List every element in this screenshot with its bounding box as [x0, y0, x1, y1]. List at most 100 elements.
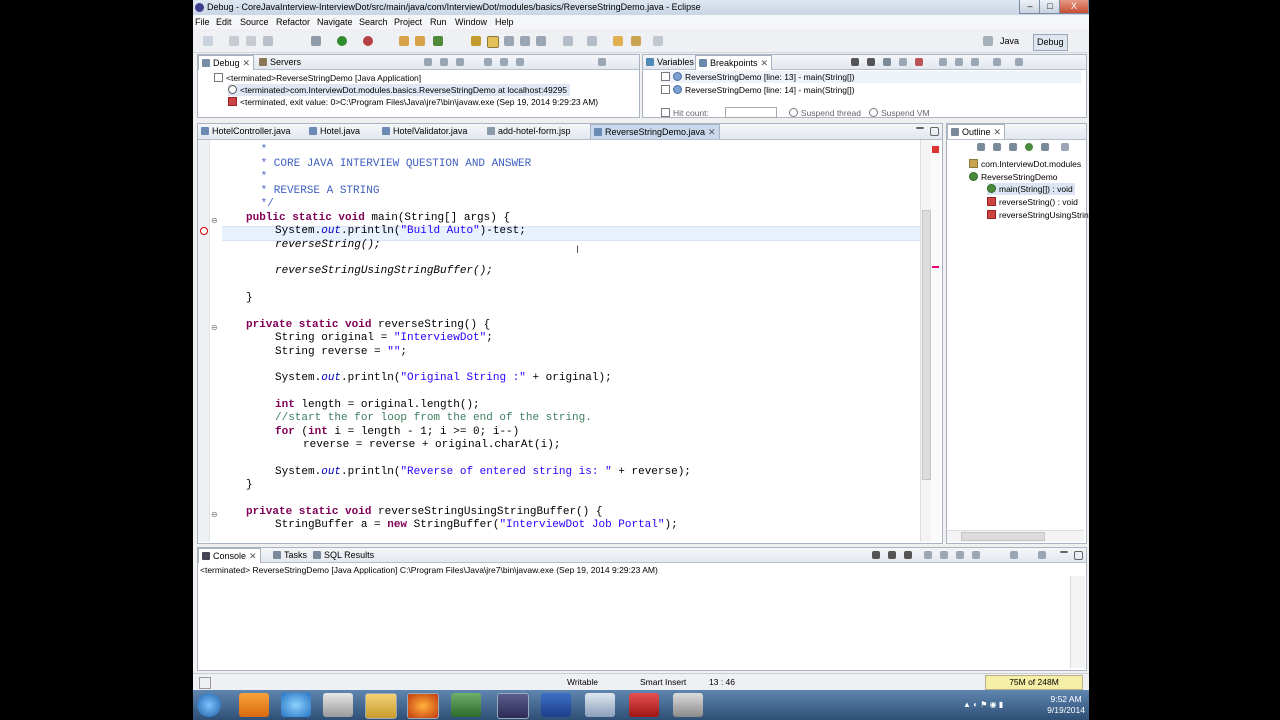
start-button-icon[interactable] — [197, 693, 221, 717]
menu-file[interactable]: File — [195, 16, 210, 28]
file-explorer-icon[interactable] — [365, 693, 397, 719]
tab-breakpoints[interactable]: Breakpoints ✕ — [695, 55, 773, 70]
checkbox-checked-icon[interactable] — [661, 85, 670, 94]
show-on-error-icon[interactable] — [972, 551, 980, 559]
menu-edit[interactable]: Edit — [216, 16, 232, 28]
step-return-icon[interactable] — [516, 58, 524, 66]
hide-non-public-icon[interactable] — [1025, 143, 1033, 151]
close-button[interactable]: X — [1059, 0, 1089, 14]
save-all-icon[interactable] — [246, 36, 256, 46]
hit-count-checkbox[interactable] — [661, 108, 670, 117]
heap-status[interactable]: 75M of 248M — [985, 675, 1083, 690]
checkbox-checked-icon[interactable] — [661, 72, 670, 81]
suspend-icon[interactable] — [440, 58, 448, 66]
go-to-file-icon[interactable] — [899, 58, 907, 66]
search-icon[interactable] — [504, 36, 514, 46]
new-package-icon[interactable] — [415, 36, 425, 46]
media-player-icon[interactable] — [323, 693, 353, 717]
tab-tasks[interactable]: Tasks — [270, 548, 310, 562]
notepad-icon[interactable] — [673, 693, 703, 717]
annotation-marker[interactable] — [932, 266, 939, 268]
tab-hotelcontroller[interactable]: HotelController.java — [198, 124, 294, 138]
remove-launch-icon[interactable] — [888, 551, 896, 559]
java-perspective-button[interactable]: Java — [997, 34, 1022, 49]
resume-icon[interactable] — [424, 58, 432, 66]
toggle-mark-icon[interactable] — [487, 36, 499, 48]
filezilla-icon[interactable] — [629, 693, 659, 717]
eclipse-taskbar-icon[interactable] — [497, 693, 529, 719]
last-edit-icon[interactable] — [613, 36, 623, 46]
remove-all-breakpoints-icon[interactable] — [867, 58, 875, 66]
tab-add-hotel-form[interactable]: add-hotel-form.jsp — [484, 124, 574, 138]
menu-run[interactable]: Run — [430, 16, 447, 28]
sort-icon[interactable] — [977, 143, 985, 151]
hide-fields-icon[interactable] — [993, 143, 1001, 151]
minimize-button[interactable]: – — [1019, 0, 1041, 14]
debug-launch-item[interactable]: <terminated>ReverseStringDemo [Java Appl… — [214, 72, 421, 84]
outline-method-main[interactable]: main(String[]) : void — [987, 183, 1075, 195]
run-icon[interactable] — [337, 36, 347, 46]
new-class-icon[interactable] — [433, 36, 443, 46]
forward-icon[interactable] — [653, 36, 663, 46]
step-into-icon[interactable] — [484, 58, 492, 66]
vlc-icon[interactable] — [239, 693, 269, 717]
clear-console-icon[interactable] — [924, 551, 932, 559]
menu-project[interactable]: Project — [394, 16, 422, 28]
breakpoint-item-line-14[interactable]: ReverseStringDemo [line: 14] - main(Stri… — [661, 84, 855, 96]
skip-breakpoints-icon[interactable] — [915, 58, 923, 66]
fast-view-icon[interactable] — [199, 677, 211, 689]
print-icon[interactable] — [263, 36, 273, 46]
next-annotation-icon[interactable] — [563, 36, 573, 46]
external-tools-icon[interactable] — [363, 36, 373, 46]
tab-variables[interactable]: Variables — [643, 55, 697, 69]
hide-static-icon[interactable] — [1009, 143, 1017, 151]
debug-perspective-button[interactable]: Debug — [1033, 34, 1068, 51]
fold-icon[interactable]: ⊖ — [211, 216, 218, 225]
menu-navigate[interactable]: Navigate — [317, 16, 353, 28]
system-tray-icons[interactable]: ▲ ◐ ⚑ ◉ ▮ — [963, 700, 1023, 710]
remove-all-terminated-icon[interactable] — [904, 551, 912, 559]
previous-annotation-icon[interactable] — [587, 36, 597, 46]
tab-outline[interactable]: Outline ✕ — [947, 124, 1006, 139]
expand-all-icon[interactable] — [939, 58, 947, 66]
app-icon[interactable] — [451, 693, 481, 717]
close-icon[interactable]: ✕ — [761, 58, 769, 68]
close-icon[interactable]: ✕ — [708, 127, 716, 137]
show-whitespace-icon[interactable] — [520, 36, 530, 46]
back-icon[interactable] — [631, 36, 641, 46]
open-perspective-icon[interactable] — [983, 36, 993, 46]
menu-window[interactable]: Window — [455, 16, 487, 28]
console-vertical-scrollbar[interactable] — [1070, 576, 1085, 668]
show-on-output-icon[interactable] — [956, 551, 964, 559]
view-menu-icon[interactable] — [598, 58, 606, 66]
maximize-icon[interactable] — [1074, 551, 1083, 560]
display-console-icon[interactable] — [1010, 551, 1018, 559]
firefox-icon[interactable] — [407, 693, 439, 719]
tab-hotel[interactable]: Hotel.java — [306, 124, 363, 138]
tab-debug[interactable]: Debug ✕ — [198, 55, 255, 70]
link-with-debug-icon[interactable] — [971, 58, 979, 66]
outline-package[interactable]: com.InterviewDot.modules — [969, 158, 1081, 170]
scroll-thumb[interactable] — [922, 210, 931, 480]
tab-servers[interactable]: Servers — [256, 55, 304, 69]
menu-search[interactable]: Search — [359, 16, 388, 28]
paragraph-icon[interactable] — [536, 36, 546, 46]
error-marker[interactable] — [932, 146, 939, 153]
tab-reversestringdemo[interactable]: ReverseStringDemo.java ✕ — [590, 124, 720, 139]
tab-sql-results[interactable]: SQL Results — [310, 548, 377, 562]
hit-count-input[interactable] — [724, 107, 777, 118]
maximize-icon[interactable] — [930, 127, 939, 136]
suspend-vm-radio[interactable] — [868, 108, 878, 117]
debug-target-item[interactable]: <terminated>com.InterviewDot.modules.bas… — [228, 84, 570, 96]
tab-console[interactable]: Console ✕ — [198, 548, 261, 563]
new-java-project-icon[interactable] — [399, 36, 409, 46]
close-icon[interactable]: ✕ — [243, 58, 251, 68]
outline-method-reversestring[interactable]: reverseString() : void — [987, 196, 1078, 208]
new-icon[interactable] — [203, 36, 213, 46]
view-menu-icon[interactable] — [1061, 143, 1069, 151]
outline-method-reversestringbuffer[interactable]: reverseStringUsingStrin — [987, 209, 1089, 221]
remove-breakpoint-icon[interactable] — [851, 58, 859, 66]
close-icon[interactable]: ✕ — [249, 551, 257, 561]
terminate-icon[interactable] — [872, 551, 880, 559]
outline-horizontal-scrollbar[interactable] — [947, 530, 1084, 542]
